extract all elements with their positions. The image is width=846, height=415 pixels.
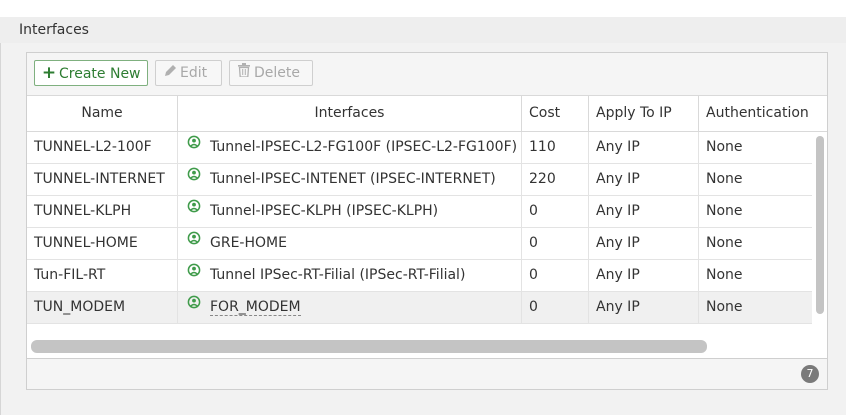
row-cell-name: TUNNEL-L2-100F [27,132,178,163]
pencil-icon [162,61,178,85]
row-interface-text: GRE-HOME [210,235,287,251]
table-row[interactable]: Tun-FIL-RT Tunnel IPSec-RT-Filial (IPSec-… [27,260,812,292]
row-interface-text: Tunnel-IPSEC-INTENET (IPSEC-INTERNET) [210,171,496,187]
row-name-text: TUNNEL-INTERNET [34,171,165,187]
create-new-label: Create New [59,66,141,82]
tunnel-interface-icon [187,196,201,225]
delete-button[interactable]: Delete [229,60,313,86]
trash-icon [236,61,252,85]
section-title: Interfaces [19,22,89,38]
create-new-button[interactable]: + Create New [34,60,148,86]
row-cell-cost: 0 [522,196,589,227]
table-row[interactable]: TUN_MODEM FOR_MODEM 0 Any IP None [27,292,812,324]
table-row[interactable]: TUNNEL-KLPH Tunnel-IPSEC-KLPH (IPSEC-KLPH… [27,196,812,228]
toolbar: + Create New Edit Delete [27,53,827,95]
delete-label: Delete [254,65,300,81]
row-cell-authentication: None [706,203,743,219]
row-interface-text: Tunnel IPSec-RT-Filial (IPSec-RT-Filial) [210,267,466,283]
table-header: Name Interfaces Cost Apply To IP Authent… [27,95,827,132]
row-cell-apply-to-ip: Any IP [589,164,699,195]
edit-button[interactable]: Edit [155,60,222,86]
column-header-interfaces[interactable]: Interfaces [178,96,522,131]
tunnel-interface-icon [187,260,201,289]
tunnel-interface-icon [187,292,201,321]
section-header: Interfaces [0,17,846,43]
row-interface-text: Tunnel-IPSEC-L2-FG100F (IPSEC-L2-FG100F) [210,139,518,155]
row-cell-interface: Tunnel-IPSEC-L2-FG100F (IPSEC-L2-FG100F) [178,132,522,163]
row-cell-interface: FOR_MODEM [178,292,522,323]
row-count-badge: 7 [801,365,819,383]
row-name-text: TUNNEL-L2-100F [34,139,152,155]
interfaces-grid: Name Interfaces Cost Apply To IP Authent… [27,95,827,358]
row-cell-interface: Tunnel-IPSEC-KLPH (IPSEC-KLPH) [178,196,522,227]
row-cell-cost: 0 [522,292,589,323]
plus-icon: + [41,63,57,83]
tunnel-interface-icon [187,228,201,257]
row-cell-authentication: None [706,235,743,251]
row-cell-name: TUNNEL-INTERNET [27,164,178,195]
column-header-authentication[interactable]: Authentication [699,96,827,131]
horizontal-scrollbar[interactable] [31,340,707,353]
row-cell-apply-to-ip: Any IP [589,196,699,227]
row-cell-authentication: None [706,139,743,155]
row-name-text: TUNNEL-HOME [34,235,138,251]
tunnel-interface-icon [187,164,201,193]
table-row[interactable]: TUNNEL-L2-100F Tunnel-IPSEC-L2-FG100F (IP… [27,132,812,164]
row-cell-apply-to-ip: Any IP [589,132,699,163]
table-footer: 7 [27,358,827,389]
row-interface-text[interactable]: FOR_MODEM [210,299,301,316]
column-header-apply-to-ip[interactable]: Apply To IP [589,96,699,131]
row-cell-authentication: None [706,299,743,315]
row-cell-apply-to-ip: Any IP [589,228,699,259]
row-cell-name: TUN_MODEM [27,292,178,323]
interfaces-table-widget: + Create New Edit Delete Name Interfaces … [26,52,828,390]
table-row[interactable]: TUNNEL-HOME GRE-HOME 0 Any IP None [27,228,812,260]
column-header-cost[interactable]: Cost [522,96,589,131]
row-cell-cost: 110 [522,132,589,163]
row-cell-name: TUNNEL-KLPH [27,196,178,227]
row-name-text: TUN_MODEM [34,299,126,315]
tunnel-interface-icon [187,132,201,161]
row-cell-apply-to-ip: Any IP [589,260,699,291]
row-name-text: Tun-FIL-RT [34,267,106,283]
vertical-scrollbar[interactable] [816,136,824,314]
row-cell-cost: 0 [522,260,589,291]
edit-label: Edit [180,65,208,81]
row-cell-authentication: None [706,267,743,283]
row-cell-name: TUNNEL-HOME [27,228,178,259]
row-cell-apply-to-ip: Any IP [589,292,699,323]
row-name-text: TUNNEL-KLPH [34,203,132,219]
row-interface-text: Tunnel-IPSEC-KLPH (IPSEC-KLPH) [210,203,439,219]
table-row[interactable]: TUNNEL-INTERNET Tunnel-IPSEC-INTENET (IPS… [27,164,812,196]
row-cell-interface: Tunnel-IPSEC-INTENET (IPSEC-INTERNET) [178,164,522,195]
row-cell-cost: 220 [522,164,589,195]
row-cell-authentication: None [706,171,743,187]
row-cell-interface: GRE-HOME [178,228,522,259]
column-header-name[interactable]: Name [27,96,178,131]
row-cell-cost: 0 [522,228,589,259]
row-cell-name: Tun-FIL-RT [27,260,178,291]
row-cell-interface: Tunnel IPSec-RT-Filial (IPSec-RT-Filial) [178,260,522,291]
